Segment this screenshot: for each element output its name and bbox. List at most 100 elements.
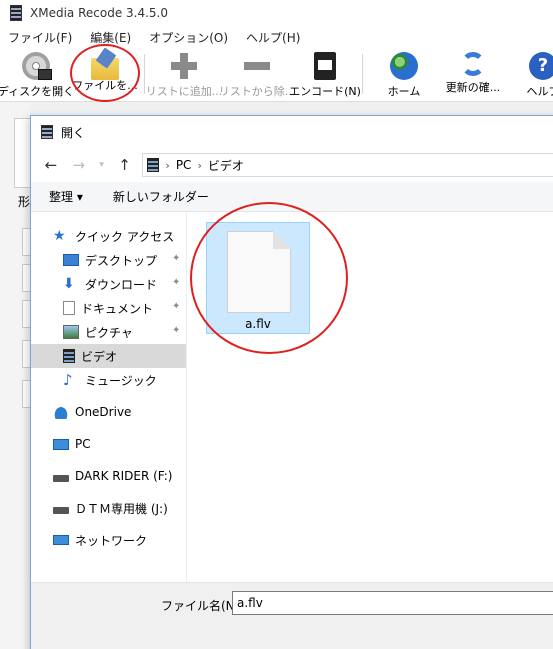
nav-label: DARK RIDER (F:) (75, 469, 173, 483)
nav-label: クイック アクセス (75, 229, 175, 244)
nav-videos[interactable]: ビデオ (31, 344, 186, 368)
nav-drive-j[interactable]: ＤＴＭ専用機 (J:) (31, 496, 186, 520)
drive-icon (53, 506, 69, 514)
encode-button[interactable]: エンコード(N) (289, 48, 361, 102)
remove-from-list-label: リストから除... (218, 85, 296, 98)
desktop-icon (63, 254, 79, 266)
nav-pc[interactable]: PC (31, 432, 186, 456)
app-film-icon (10, 5, 22, 21)
open-file-dialog: 開く ← → ▾ ↑ › PC › ビデオ 整理 ▾ 新しいフォルダー ★ クイ… (30, 115, 553, 649)
nav-label: ＤＴＭ専用機 (J:) (75, 501, 168, 516)
breadcrumb-chevron-icon: › (165, 158, 170, 172)
file-view: a.flv (187, 212, 553, 582)
menu-edit[interactable]: 編集(E) (90, 29, 131, 46)
nav-drive-f[interactable]: DARK RIDER (F:) (31, 464, 186, 488)
pin-icon: ✦ (172, 301, 181, 312)
dialog-title: 開く (61, 125, 86, 140)
star-icon: ★ (53, 228, 66, 244)
nav-music[interactable]: ♪ ミュージック (31, 368, 186, 392)
file-item[interactable]: a.flv (206, 222, 310, 334)
music-note-icon: ♪ (63, 371, 73, 389)
nav-label: OneDrive (75, 405, 132, 419)
nav-pictures[interactable]: ピクチャ ✦ (31, 320, 186, 344)
dialog-film-icon (41, 125, 53, 139)
nav-label: ネットワーク (75, 533, 148, 548)
disc-icon (22, 52, 52, 80)
remove-from-list-button[interactable]: リストから除... (219, 48, 295, 102)
toolbar-separator (362, 54, 363, 94)
nav-label: デスクトップ (85, 253, 158, 268)
menu-options[interactable]: オプション(O) (149, 29, 228, 46)
breadcrumb-pc[interactable]: PC (176, 158, 192, 172)
menu-file[interactable]: ファイル(F) (8, 29, 72, 46)
menu-bar: ファイル(F) 編集(E) オプション(O) ヘルプ(H) (0, 26, 553, 48)
video-folder-icon (63, 349, 75, 363)
dialog-command-bar: 整理 ▾ 新しいフォルダー (31, 182, 553, 212)
up-arrow-icon[interactable]: ↑ (115, 156, 135, 174)
help-icon: ? (529, 52, 553, 80)
app-titlebar: XMedia Recode 3.4.5.0 (0, 0, 553, 26)
nav-onedrive[interactable]: OneDrive (31, 400, 186, 424)
nav-label: PC (75, 437, 91, 451)
new-folder-button[interactable]: 新しいフォルダー (113, 188, 209, 205)
drive-icon (53, 474, 69, 482)
open-disc-button[interactable]: ディスクを開く (0, 48, 74, 102)
nav-quick-access[interactable]: ★ クイック アクセス (31, 224, 186, 248)
pin-icon: ✦ (172, 253, 181, 264)
nav-desktop[interactable]: デスクトップ ✦ (31, 248, 186, 272)
main-window-tab-label: 形 (18, 195, 31, 209)
nav-downloads[interactable]: ⬇ ダウンロード ✦ (31, 272, 186, 296)
minus-icon (243, 52, 271, 80)
nav-documents[interactable]: ドキュメント ✦ (31, 296, 186, 320)
toolbar: ディスクを開く ファイルを... リストに追加... リストから除... エンコ… (0, 48, 553, 102)
file-name: a.flv (245, 317, 271, 331)
pin-icon: ✦ (172, 325, 181, 336)
plus-icon (170, 52, 198, 80)
add-to-list-label: リストに追加... (145, 85, 223, 98)
nav-label: ドキュメント (81, 301, 154, 316)
dialog-body: ★ クイック アクセス デスクトップ ✦ ⬇ ダウンロード ✦ ドキュメント ✦… (31, 212, 553, 582)
nav-label: ビデオ (81, 349, 118, 364)
add-to-list-button[interactable]: リストに追加... (145, 48, 223, 102)
open-disc-label: ディスクを開く (0, 85, 75, 98)
nav-label: ダウンロード (85, 277, 158, 292)
nav-label: ピクチャ (85, 325, 133, 340)
back-arrow-icon[interactable]: ← (41, 156, 61, 174)
globe-icon (390, 52, 418, 80)
cloud-icon (53, 405, 69, 419)
pin-icon: ✦ (172, 277, 181, 288)
dialog-titlebar: 開く (31, 116, 553, 148)
home-button[interactable]: ホーム (376, 48, 432, 102)
document-icon (63, 301, 75, 315)
breadcrumb-chevron-icon: › (197, 158, 202, 172)
navigation-pane: ★ クイック アクセス デスクトップ ✦ ⬇ ダウンロード ✦ ドキュメント ✦… (31, 212, 187, 582)
filename-input[interactable] (232, 591, 553, 615)
dialog-navbar: ← → ▾ ↑ › PC › ビデオ (31, 148, 553, 182)
address-bar[interactable]: › PC › ビデオ (142, 153, 553, 177)
encode-icon (314, 52, 336, 80)
open-folder-icon (91, 58, 119, 80)
refresh-icon (461, 52, 485, 76)
update-check-button[interactable]: 更新の確... (440, 48, 506, 102)
menu-help[interactable]: ヘルプ(H) (246, 29, 300, 46)
forward-arrow-icon[interactable]: → (69, 156, 89, 174)
app-title: XMedia Recode 3.4.5.0 (30, 6, 168, 20)
video-folder-icon (147, 158, 160, 172)
computer-icon (53, 438, 69, 450)
nav-label: ミュージック (85, 373, 157, 388)
organize-button[interactable]: 整理 ▾ (49, 188, 83, 205)
encode-label: エンコード(N) (289, 85, 361, 98)
dialog-footer: ファイル名(N): (31, 582, 553, 649)
chevron-down-icon[interactable]: ▾ (97, 160, 107, 170)
breadcrumb-videos[interactable]: ビデオ (208, 157, 244, 174)
network-icon (53, 535, 69, 545)
file-icon (227, 231, 291, 313)
help-label: ヘルプ (526, 85, 553, 98)
pictures-icon (63, 325, 79, 339)
nav-network[interactable]: ネットワーク (31, 528, 186, 552)
help-button[interactable]: ? ヘルプ (518, 48, 553, 102)
update-check-label: 更新の確... (445, 81, 501, 94)
home-label: ホーム (387, 85, 421, 98)
download-arrow-icon: ⬇ (63, 276, 75, 292)
open-file-button[interactable]: ファイルを... (72, 48, 138, 102)
